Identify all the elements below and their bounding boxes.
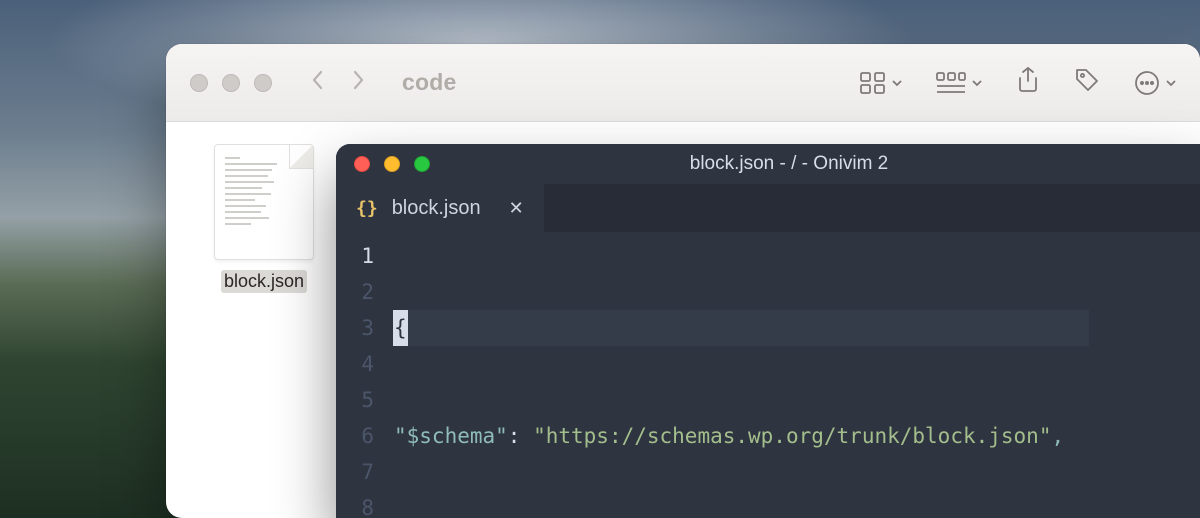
line-number: 4 <box>336 346 374 382</box>
desktop-wallpaper: code <box>0 0 1200 518</box>
code-area[interactable]: 1 2 3 4 5 6 7 8 { "$schema": "https://sc… <box>336 232 1200 518</box>
maximize-icon[interactable] <box>254 74 272 92</box>
code-content[interactable]: { "$schema": "https://schemas.wp.org/tru… <box>388 232 1089 518</box>
close-icon[interactable] <box>354 156 370 172</box>
file-label: block.json <box>221 270 307 293</box>
tags-button[interactable] <box>1074 67 1100 98</box>
actions-button[interactable] <box>1134 70 1176 96</box>
code-line: { <box>394 310 1089 346</box>
document-icon <box>214 144 314 260</box>
editor-window: block.json - / - Onivim 2 {} block.json … <box>336 144 1200 518</box>
line-number: 8 <box>336 490 374 518</box>
nav-back-button[interactable] <box>308 68 328 97</box>
line-number-gutter: 1 2 3 4 5 6 7 8 <box>336 232 388 518</box>
share-button[interactable] <box>1016 67 1040 98</box>
editor-tabbar: {} block.json ✕ <box>336 184 1200 232</box>
json-icon: {} <box>356 198 378 219</box>
editor-traffic-lights <box>354 156 430 172</box>
finder-toolbar: code <box>166 44 1200 122</box>
finder-title: code <box>402 69 456 96</box>
tab-close-button[interactable]: ✕ <box>509 198 524 219</box>
editor-titlebar: block.json - / - Onivim 2 <box>336 144 1200 184</box>
line-number: 6 <box>336 418 374 454</box>
minimize-icon[interactable] <box>222 74 240 92</box>
finder-traffic-lights <box>190 74 272 92</box>
group-by-button[interactable] <box>936 72 982 94</box>
line-number: 5 <box>336 382 374 418</box>
maximize-icon[interactable] <box>414 156 430 172</box>
file-item-block-json[interactable]: block.json <box>204 144 324 314</box>
line-number: 1 <box>336 238 374 274</box>
view-icons-button[interactable] <box>860 72 902 94</box>
nav-forward-button[interactable] <box>348 68 368 97</box>
code-line: "$schema": "https://schemas.wp.org/trunk… <box>394 418 1089 454</box>
tab-label: block.json <box>392 197 481 220</box>
cursor: { <box>393 310 408 346</box>
close-icon[interactable] <box>190 74 208 92</box>
line-number: 3 <box>336 310 374 346</box>
line-number: 2 <box>336 274 374 310</box>
editor-window-title: block.json - / - Onivim 2 <box>456 153 1122 175</box>
tab-block-json[interactable]: {} block.json ✕ <box>336 184 544 232</box>
minimize-icon[interactable] <box>384 156 400 172</box>
finder-nav-arrows <box>308 68 368 97</box>
line-number: 7 <box>336 454 374 490</box>
